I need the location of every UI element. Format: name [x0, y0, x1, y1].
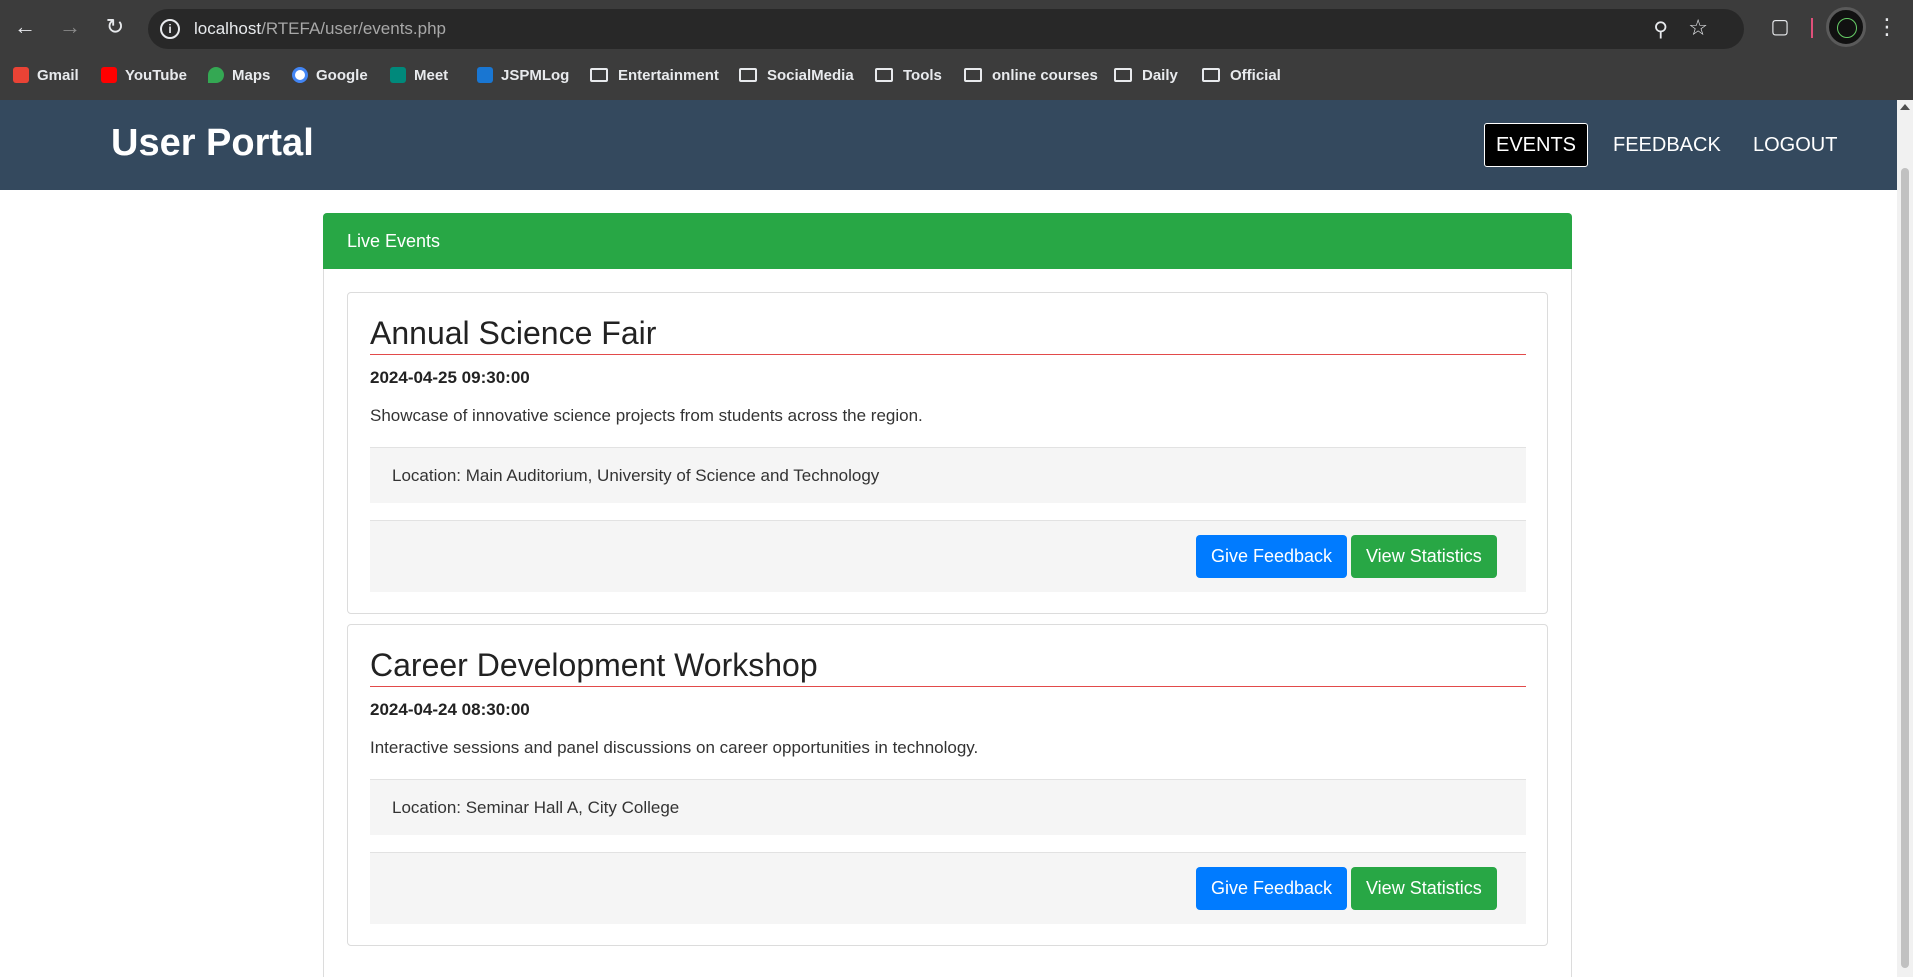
nav-feedback[interactable]: FEEDBACK [1602, 123, 1732, 167]
bookmark-gmail[interactable]: Gmail [13, 64, 79, 86]
bookmark-youtube[interactable]: YouTube [101, 64, 187, 86]
bookmark-entertainment[interactable]: Entertainment [590, 64, 719, 86]
nav-events[interactable]: EVENTS [1484, 123, 1589, 167]
folder-icon [590, 68, 608, 82]
browser-chrome: ← → ↻ i localhost/RTEFA/user/events.php … [0, 0, 1913, 100]
forward-icon[interactable]: → [55, 12, 85, 42]
brand-title[interactable]: User Portal [111, 122, 314, 165]
bookmark-label: Meet [414, 66, 449, 84]
event-description: Interactive sessions and panel discussio… [370, 738, 979, 757]
folder-icon [964, 68, 982, 82]
bookmark-socialmedia[interactable]: SocialMedia [739, 64, 854, 86]
folder-icon [1202, 68, 1220, 82]
browser-menu-icon[interactable]: ⋮ [1876, 12, 1898, 42]
bookmark-label: Maps [232, 66, 271, 84]
zoom-icon[interactable]: ⚲ [1653, 17, 1668, 42]
bookmark-daily[interactable]: Daily [1114, 64, 1178, 86]
give-feedback-button[interactable]: Give Feedback [1196, 867, 1348, 910]
event-card: Career Development Workshop 2024-04-24 0… [347, 624, 1548, 946]
bookmark-label: online courses [992, 66, 1098, 84]
give-feedback-button[interactable]: Give Feedback [1196, 535, 1348, 578]
bookmark-google[interactable]: Google [292, 64, 368, 86]
bookmark-label: Official [1230, 66, 1281, 84]
back-icon[interactable]: ← [10, 12, 40, 42]
google-icon [292, 67, 308, 83]
page-scrollbar[interactable] [1897, 100, 1913, 977]
site-header: User Portal EVENTS FEEDBACK LOGOUT [0, 100, 1897, 190]
nav-logout[interactable]: LOGOUT [1742, 123, 1848, 167]
url-host: localhost [194, 19, 262, 38]
event-location: Location: Seminar Hall A, City College [370, 779, 1526, 835]
bookmark-jspmlog[interactable]: JSPMLog [477, 64, 569, 86]
event-location: Location: Main Auditorium, University of… [370, 447, 1526, 503]
event-description: Showcase of innovative science projects … [370, 406, 923, 425]
live-events-panel: Live Events Annual Science Fair 2024-04-… [323, 213, 1572, 977]
view-statistics-button[interactable]: View Statistics [1351, 867, 1497, 910]
reload-icon[interactable]: ↻ [100, 12, 130, 42]
jspmlog-icon [477, 67, 493, 83]
event-actions: Give Feedback View Statistics [370, 520, 1526, 592]
gmail-icon [13, 67, 29, 83]
site-info-icon[interactable]: i [160, 19, 180, 39]
bookmark-star-icon[interactable]: ☆ [1688, 15, 1708, 41]
maps-icon [208, 67, 224, 83]
toolbar-divider [1811, 18, 1813, 38]
bookmarks-bar: Gmail YouTube Maps Google Meet JSPMLog E… [0, 60, 1913, 90]
folder-icon [739, 68, 757, 82]
event-actions: Give Feedback View Statistics [370, 852, 1526, 924]
event-datetime: 2024-04-24 08:30:00 [370, 700, 530, 719]
event-title: Career Development Workshop [370, 647, 1526, 687]
bookmark-label: Tools [903, 66, 942, 84]
bookmark-tools[interactable]: Tools [875, 64, 942, 86]
url-path: /RTEFA/user/events.php [261, 19, 447, 38]
meet-icon [390, 67, 406, 83]
browser-toolbar: ← → ↻ i localhost/RTEFA/user/events.php … [0, 0, 1913, 56]
url-text[interactable]: localhost/RTEFA/user/events.php [194, 19, 446, 39]
bookmark-meet[interactable]: Meet [390, 64, 448, 86]
bookmark-label: YouTube [125, 66, 187, 84]
event-card: Annual Science Fair 2024-04-25 09:30:00 … [347, 292, 1548, 614]
youtube-icon [101, 67, 117, 83]
bookmark-label: Gmail [37, 66, 79, 84]
bookmark-online-courses[interactable]: online courses [964, 64, 1098, 86]
bookmark-label: Google [316, 66, 368, 84]
page-viewport: User Portal EVENTS FEEDBACK LOGOUT Live … [0, 100, 1897, 977]
event-datetime: 2024-04-25 09:30:00 [370, 368, 530, 387]
folder-icon [875, 68, 893, 82]
scrollbar-thumb[interactable] [1901, 168, 1909, 968]
address-bar[interactable]: i localhost/RTEFA/user/events.php ⚲ ☆ [148, 9, 1744, 49]
folder-icon [1114, 68, 1132, 82]
extensions-icon[interactable]: ▢ [1765, 12, 1795, 42]
bookmark-label: JSPMLog [501, 66, 570, 84]
view-statistics-button[interactable]: View Statistics [1351, 535, 1497, 578]
scroll-up-arrow-icon[interactable] [1900, 104, 1910, 110]
bookmark-maps[interactable]: Maps [208, 64, 270, 86]
bookmark-label: Entertainment [618, 66, 719, 84]
bookmark-official[interactable]: Official [1202, 64, 1281, 86]
panel-title: Live Events [323, 213, 1572, 269]
profile-avatar[interactable] [1826, 7, 1866, 47]
event-title: Annual Science Fair [370, 315, 1526, 355]
bookmark-label: SocialMedia [767, 66, 854, 84]
bookmark-label: Daily [1142, 66, 1178, 84]
